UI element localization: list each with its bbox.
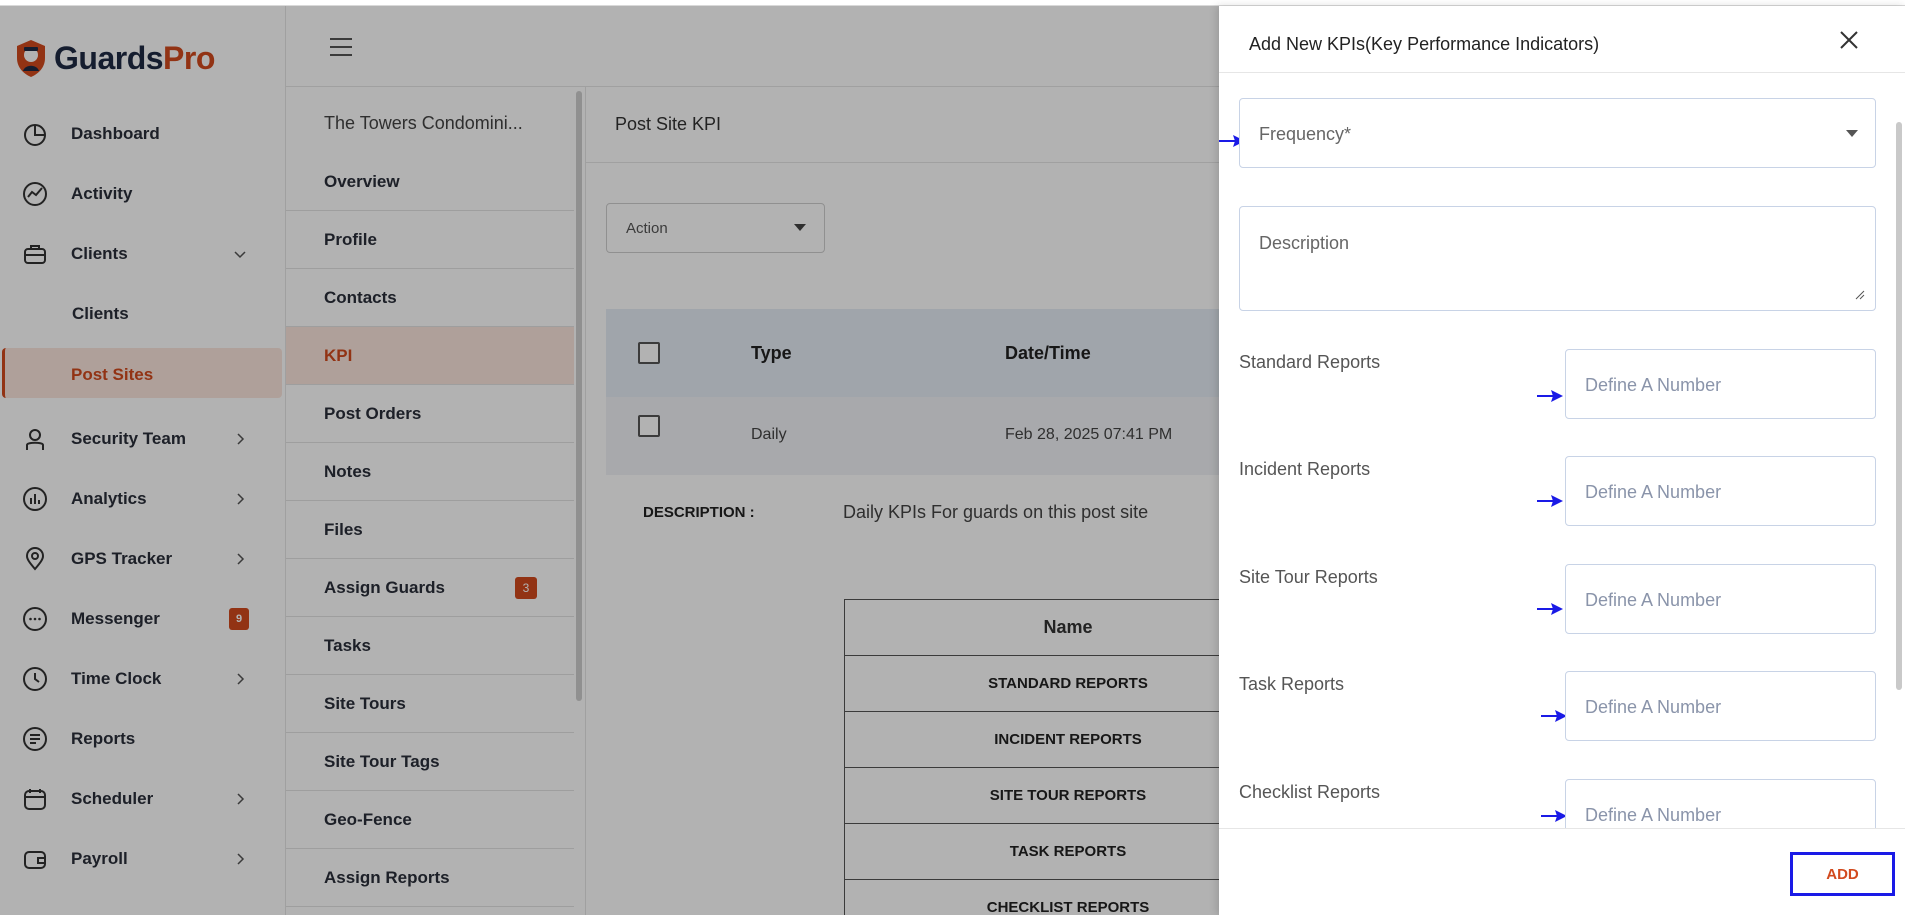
pointer-arrow-icon: [1541, 810, 1567, 822]
pointer-arrow-icon: [1537, 495, 1563, 507]
incident-reports-input[interactable]: Define A Number: [1565, 456, 1876, 526]
app-root: GuardsPro Dashboard Activity Clients Cli…: [0, 0, 1905, 915]
input-placeholder: Define A Number: [1585, 482, 1722, 502]
description-textarea[interactable]: Description: [1239, 206, 1876, 311]
frequency-select[interactable]: Frequency*: [1239, 98, 1876, 168]
drawer-scrollbar[interactable]: [1896, 122, 1902, 690]
task-reports-input[interactable]: Define A Number: [1565, 671, 1876, 741]
add-button[interactable]: ADD: [1790, 852, 1895, 896]
frequency-placeholder: Frequency*: [1259, 124, 1352, 144]
close-icon[interactable]: [1837, 28, 1861, 52]
input-placeholder: Define A Number: [1585, 805, 1722, 825]
pointer-arrow-icon: [1537, 390, 1563, 402]
task-reports-label: Task Reports: [1239, 674, 1345, 694]
incident-reports-label: Incident Reports: [1239, 459, 1371, 479]
standard-reports-input[interactable]: Define A Number: [1565, 349, 1876, 419]
pointer-arrow-icon: [1541, 710, 1567, 722]
site-tour-reports-label: Site Tour Reports: [1239, 567, 1378, 587]
resize-handle-icon[interactable]: [1855, 290, 1865, 300]
input-placeholder: Define A Number: [1585, 375, 1722, 395]
caret-down-icon: [1846, 130, 1858, 137]
drawer-title: Add New KPIs(Key Performance Indicators): [1249, 34, 1600, 54]
add-button-label: ADD: [1826, 865, 1859, 883]
add-kpi-drawer: Add New KPIs(Key Performance Indicators)…: [1219, 6, 1905, 915]
input-placeholder: Define A Number: [1585, 697, 1722, 717]
standard-reports-label: Standard Reports: [1239, 352, 1381, 372]
description-placeholder: Description: [1259, 233, 1350, 253]
input-placeholder: Define A Number: [1585, 590, 1722, 610]
checklist-reports-label: Checklist Reports: [1239, 782, 1381, 802]
pointer-arrow-icon: [1537, 603, 1563, 615]
site-tour-reports-input[interactable]: Define A Number: [1565, 564, 1876, 634]
modal-backdrop[interactable]: [0, 6, 1219, 915]
drawer-divider: [1219, 72, 1905, 73]
